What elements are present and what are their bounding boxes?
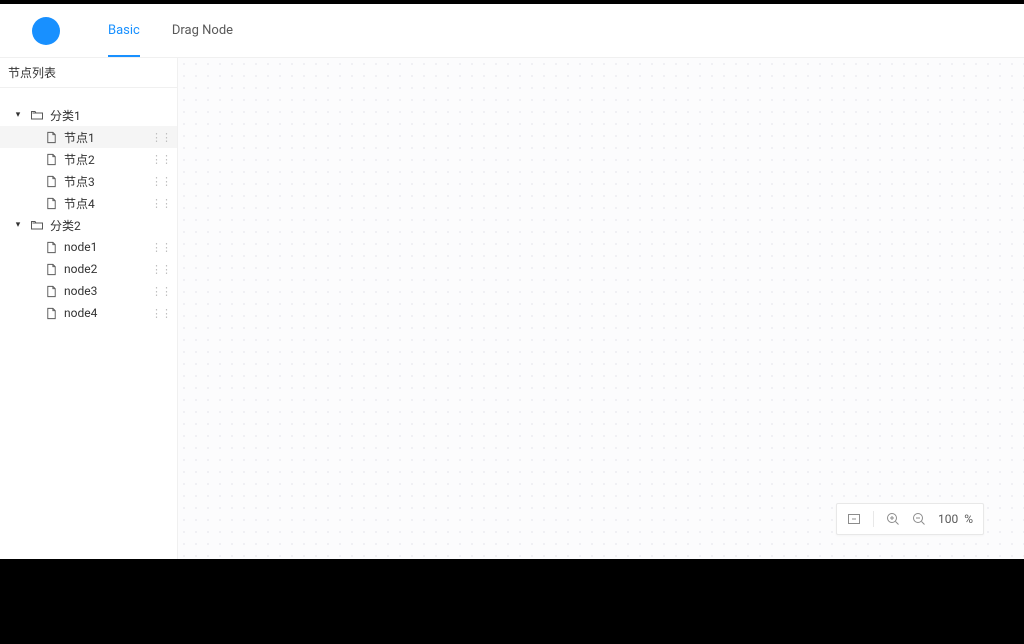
drag-handle-icon[interactable]: ⋮⋮ [151,132,171,143]
tree-item-label: node4 [64,306,97,320]
header: Basic Drag Node [0,4,1024,58]
file-icon [44,152,58,166]
zoom-in-icon[interactable] [886,512,900,526]
canvas[interactable]: 100 % [178,58,1024,559]
file-icon [44,196,58,210]
zoom-value[interactable]: 100 % [938,512,973,526]
tree-group[interactable]: ▾ 分类1 [0,104,177,126]
caret-down-icon: ▾ [12,220,24,230]
zoom-unit: % [964,512,973,526]
node-tree: ▾分类1节点1⋮⋮节点2⋮⋮节点3⋮⋮节点4⋮⋮▾分类2node1⋮⋮node2… [0,88,177,324]
file-icon [44,240,58,254]
sidebar: 节点列表 ▾ 分类1 节点1 ⋮⋮ 节点2 ⋮⋮ 节点3 ⋮⋮ 节点4 ⋮⋮ ▾ 分类2 node1 ⋮⋮… [0,58,178,559]
app-logo [32,17,60,45]
file-icon [44,306,58,320]
fit-screen-icon[interactable] [847,512,861,526]
tree-item-label: node3 [64,284,97,298]
tree-item[interactable]: 节点1 ⋮⋮ [0,126,177,148]
drag-handle-icon[interactable]: ⋮⋮ [151,308,171,319]
tree-group[interactable]: ▾ 分类2 [0,214,177,236]
tree-item-label: 节点4 [64,195,95,212]
drag-handle-icon[interactable]: ⋮⋮ [151,154,171,165]
zoom-number: 100 [938,512,958,526]
tree-item[interactable]: node3 ⋮⋮ [0,280,177,302]
divider [873,511,874,527]
tab-drag-node[interactable]: Drag Node [172,4,233,57]
tree-item[interactable]: node4 ⋮⋮ [0,302,177,324]
file-icon [44,284,58,298]
drag-handle-icon[interactable]: ⋮⋮ [151,176,171,187]
drag-handle-icon[interactable]: ⋮⋮ [151,264,171,275]
tree-item-label: 节点1 [64,129,95,146]
file-icon [44,174,58,188]
app-frame: BasicDrag Node 节点列表 ▾分类1节点1⋮⋮节点2⋮⋮节点3⋮⋮节… [0,4,1024,559]
tabs: Basic Drag Node [108,4,233,57]
tree-item[interactable]: node1 ⋮⋮ [0,236,177,258]
file-icon [44,262,58,276]
zoom-out-icon[interactable] [912,512,926,526]
drag-handle-icon[interactable]: ⋮⋮ [151,242,171,253]
caret-down-icon: ▾ [12,110,24,120]
tree-group-label: 分类1 [50,107,81,124]
folder-open-icon [30,108,44,122]
content: 节点列表 ▾ 分类1 节点1 ⋮⋮ 节点2 ⋮⋮ 节点3 ⋮⋮ 节点4 ⋮⋮ ▾ 分类2 node1 ⋮⋮… [0,58,1024,559]
zoom-controls: 100 % [836,503,984,535]
tab-basic[interactable]: Basic [108,4,140,57]
tree-item-label: 节点2 [64,151,95,168]
drag-handle-icon[interactable]: ⋮⋮ [151,286,171,297]
tree-item[interactable]: 节点2 ⋮⋮ [0,148,177,170]
tree-item[interactable]: 节点4 ⋮⋮ [0,192,177,214]
tree-item[interactable]: 节点3 ⋮⋮ [0,170,177,192]
tree-group-label: 分类2 [50,217,81,234]
file-icon [44,130,58,144]
sidebar-title: 节点列表 [0,58,177,88]
folder-open-icon [30,218,44,232]
tree-item[interactable]: node2 ⋮⋮ [0,258,177,280]
tree-item-label: node1 [64,240,97,254]
tree-item-label: node2 [64,262,97,276]
drag-handle-icon[interactable]: ⋮⋮ [151,198,171,209]
tree-item-label: 节点3 [64,173,95,190]
